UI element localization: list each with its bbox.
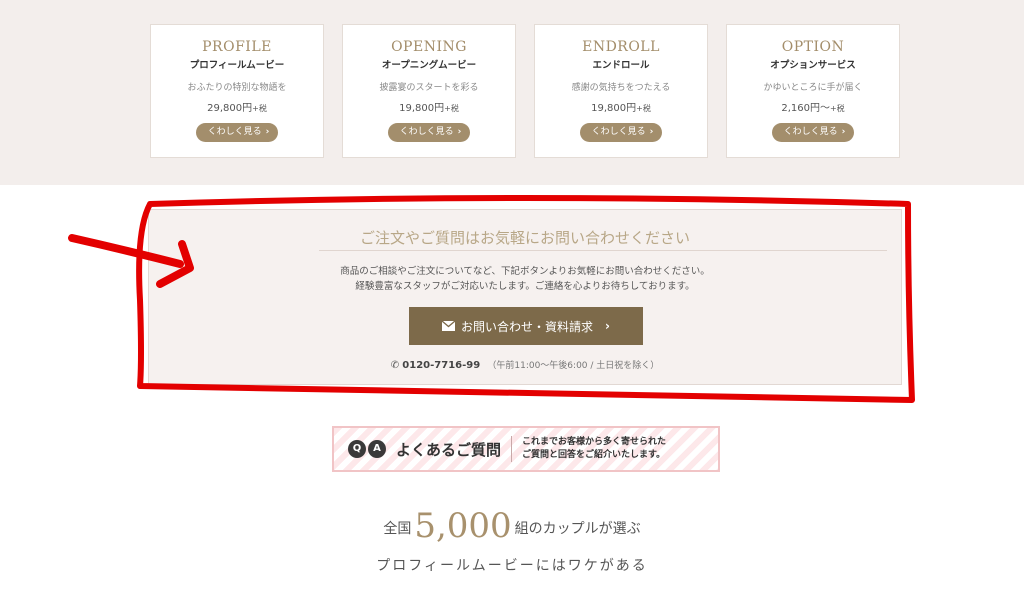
- divider: [511, 436, 513, 462]
- tagline-subheadline: プロフィールムービーにはワケがある: [376, 558, 648, 574]
- annotation-arrow: [68, 234, 194, 288]
- tagline-headline: 全国5,000 組のカップルが選ぶ: [383, 506, 641, 546]
- faq-banner[interactable]: QA よくあるご質問 これまでお客様から多く寄せられた ご質問と回答をご紹介いた…: [332, 426, 720, 472]
- faq-title: よくあるご質問: [396, 440, 502, 459]
- couple-count: 5,000: [414, 506, 512, 546]
- faq-subtitle: これまでお客様から多く寄せられた ご質問と回答をご紹介いたします。: [522, 437, 667, 460]
- qa-icon: QA: [348, 440, 388, 458]
- annotation-box: [136, 195, 915, 403]
